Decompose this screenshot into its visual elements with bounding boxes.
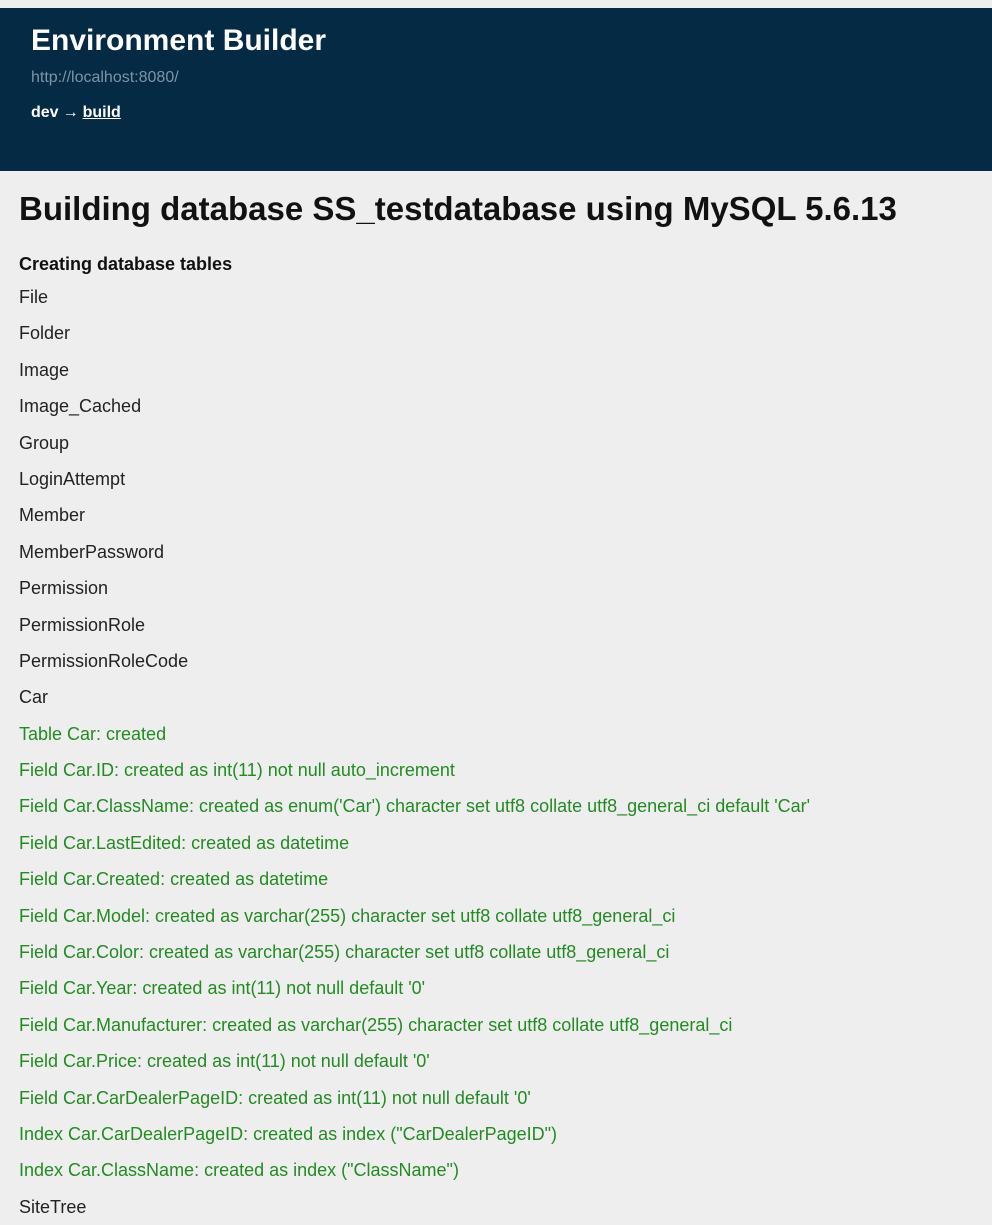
log-line-created: Field Car.Created: created as datetime (19, 869, 329, 890)
log-line-created: Index Car.CarDealerPageID: created as in… (19, 1123, 558, 1144)
breadcrumb-separator: → (62, 104, 79, 121)
log-line-table: Permission (19, 578, 109, 599)
server-url: http://localhost:8080/ (31, 69, 179, 86)
header: Environment Builder http://localhost:808… (0, 8, 992, 171)
log-line-created: Field Car.Year: created as int(11) not n… (19, 978, 426, 999)
breadcrumb-build-link[interactable]: build (83, 104, 121, 121)
log-line-table: Member (19, 505, 86, 526)
breadcrumb-dev[interactable]: dev (31, 104, 59, 121)
log-line-created: Field Car.Price: created as int(11) not … (19, 1051, 430, 1072)
log-line-created: Field Car.CarDealerPageID: created as in… (19, 1087, 531, 1108)
log-line-table: Group (19, 432, 70, 453)
log-line-created: Field Car.ID: created as int(11) not nul… (19, 760, 455, 781)
log-line-created: Field Car.Manufacturer: created as varch… (19, 1014, 733, 1035)
log-line-created: Field Car.Model: created as varchar(255)… (19, 905, 676, 926)
app-title: Environment Builder (31, 24, 327, 57)
log-line-created: Field Car.ClassName: created as enum('Ca… (19, 796, 811, 817)
page-heading: Building database SS_testdatabase using … (19, 190, 897, 227)
log-line-table: Image (19, 359, 70, 380)
log-line-created: Index Car.ClassName: created as index ("… (19, 1160, 459, 1181)
log-line-table: LoginAttempt (19, 468, 126, 489)
main-content: Building database SS_testdatabase using … (19, 189, 979, 1225)
log-line-created: Field Car.LastEdited: created as datetim… (19, 832, 350, 853)
log-line-created: Table Car: created (19, 723, 167, 744)
log-line-table: MemberPassword (19, 541, 165, 562)
log-line-created: Field Car.Color: created as varchar(255)… (19, 942, 670, 963)
log-line-table: File (19, 287, 49, 307)
log-line-table: SiteTree (19, 1196, 87, 1217)
breadcrumb: dev → build (31, 103, 992, 123)
log-line-table: PermissionRole (19, 614, 146, 635)
log-line-table: PermissionRoleCode (19, 650, 189, 671)
log-line-table: Image_Cached (19, 396, 142, 417)
log-line-table: Car (19, 687, 49, 708)
section-heading: Creating database tables (19, 254, 233, 274)
build-log: File Folder Image Image_Cached Group LoginAtt… (19, 279, 979, 1225)
log-line-table: Folder (19, 323, 71, 344)
